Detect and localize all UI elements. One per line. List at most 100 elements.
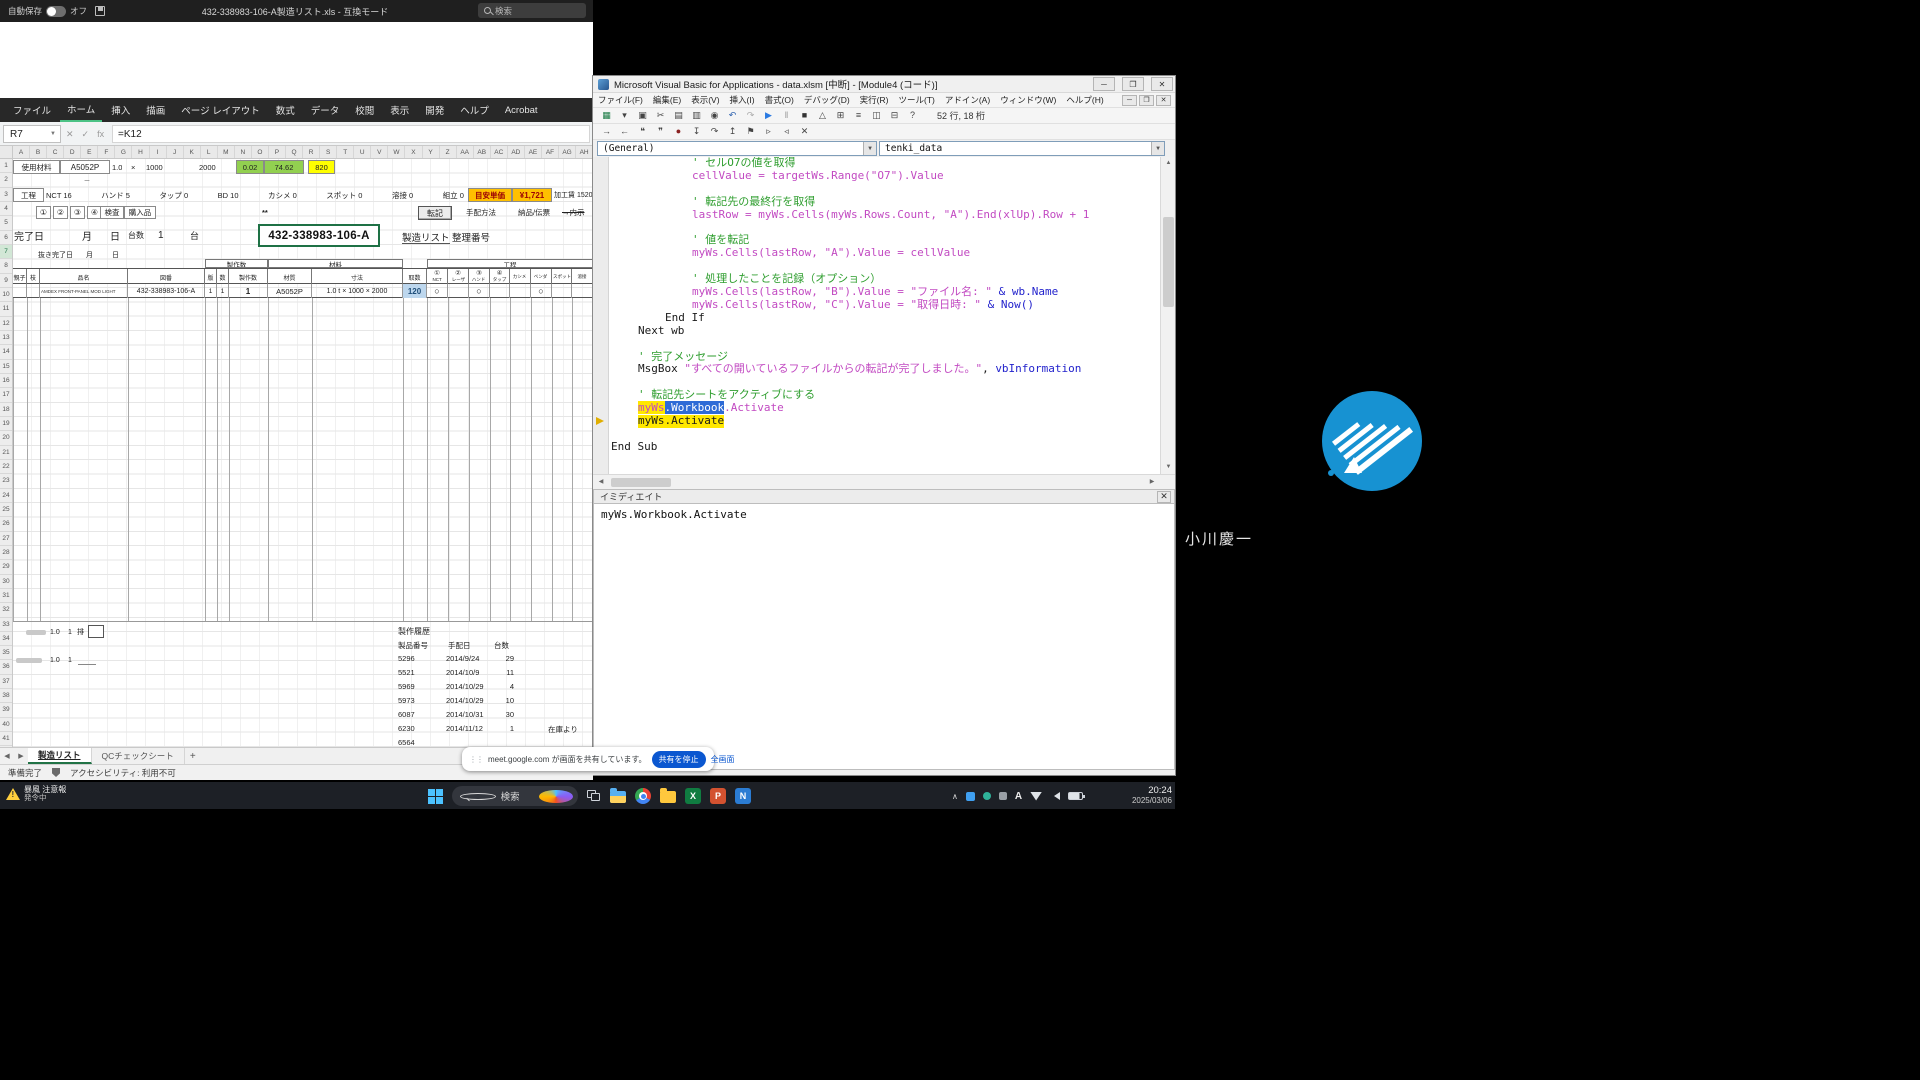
column-header[interactable]: AA (457, 146, 474, 158)
row-header[interactable]: 32 (0, 603, 12, 617)
table-cell[interactable]: 432-338983-106-A (128, 284, 205, 298)
code-line[interactable]: End Sub (611, 441, 657, 454)
excel-search-box[interactable]: 検索 (478, 3, 586, 18)
row-header[interactable]: 15 (0, 360, 12, 374)
taskview-icon[interactable] (587, 790, 601, 802)
network-icon[interactable] (1030, 792, 1042, 801)
row-header[interactable]: 41 (0, 732, 12, 746)
ribbon-tab-9[interactable]: 開発 (418, 99, 451, 121)
tab-scroll-right-icon[interactable]: ▶ (14, 748, 28, 764)
tray-app-icon[interactable] (983, 792, 991, 800)
ribbon-tab-4[interactable]: ページ レイアウト (174, 99, 266, 121)
row-header[interactable]: 27 (0, 532, 12, 546)
row-header[interactable]: 24 (0, 489, 12, 503)
row-header[interactable]: 6 (0, 231, 12, 245)
row-header[interactable]: 26 (0, 517, 12, 531)
folder-icon[interactable] (660, 791, 676, 803)
vba-menu-10[interactable]: ヘルプ(H) (1061, 94, 1108, 106)
history-row[interactable]: 60872014/10/3130 (396, 710, 596, 724)
cancel-icon[interactable]: ✕ (66, 129, 74, 140)
ribbon-tab-2[interactable]: 挿入 (104, 99, 137, 121)
break-icon[interactable]: ‖ (779, 109, 794, 122)
table-cell[interactable]: 1 (205, 284, 217, 298)
sheet-tab-1[interactable]: QCチェックシート (92, 748, 185, 764)
row-header[interactable]: 19 (0, 417, 12, 431)
column-header[interactable]: W (388, 146, 405, 158)
column-header[interactable]: Q (286, 146, 303, 158)
rate2-cell[interactable]: 74.62 (264, 160, 304, 174)
maximize-icon[interactable]: ❐ (1122, 77, 1144, 91)
note1-checkbox[interactable] (88, 625, 104, 638)
history-row[interactable]: 6564 (396, 738, 596, 747)
cut-icon[interactable]: ✂ (653, 109, 668, 122)
material-cell[interactable]: A5052P (60, 160, 110, 174)
code-line[interactable]: lastRow = myWs.Cells(myWs.Rows.Count, "A… (692, 209, 1089, 222)
table-cell[interactable]: 1 (217, 284, 229, 298)
explorer-icon[interactable] (610, 791, 626, 803)
column-header[interactable]: AF (542, 146, 559, 158)
autosave-toggle[interactable] (46, 6, 66, 17)
row-header[interactable]: 18 (0, 403, 12, 417)
history-row[interactable]: 59692014/10/294 (396, 682, 596, 696)
row-header[interactable]: 36 (0, 660, 12, 674)
indent-icon[interactable]: → (599, 125, 614, 138)
table-cell[interactable] (490, 284, 510, 298)
ime-indicator[interactable]: A (1015, 791, 1022, 802)
row-header[interactable]: 39 (0, 703, 12, 717)
row-header[interactable]: 4 (0, 202, 12, 216)
scroll-left-icon[interactable]: ◀ (594, 476, 608, 489)
reset-icon[interactable]: ■ (797, 109, 812, 122)
column-header[interactable]: AE (525, 146, 542, 158)
copy-icon[interactable]: ▤ (671, 109, 686, 122)
breakpoint-icon[interactable]: ● (671, 125, 686, 138)
properties-icon[interactable]: ≡ (851, 109, 866, 122)
clear-bookmarks-icon[interactable]: ✕ (797, 125, 812, 138)
project-explorer-icon[interactable]: ⊞ (833, 109, 848, 122)
ribbon-tab-6[interactable]: データ (304, 99, 347, 121)
table-cell[interactable] (27, 284, 40, 298)
row-header[interactable]: 8 (0, 259, 12, 273)
vba-menu-6[interactable]: 実行(R) (855, 94, 894, 106)
history-row[interactable]: 55212014/10/911 (396, 668, 596, 682)
row-header[interactable]: 30 (0, 575, 12, 589)
row-header[interactable]: 10 (0, 288, 12, 302)
scroll-thumb[interactable] (611, 478, 671, 487)
excel-icon[interactable]: X (685, 788, 701, 804)
code-editor[interactable]: ' セルO7の値を取得cellValue = targetWs.Range("O… (609, 157, 1160, 474)
row-header[interactable]: 14 (0, 345, 12, 359)
history-row[interactable]: 62302014/11/121在庫より (396, 724, 596, 738)
ribbon-tab-3[interactable]: 描画 (139, 99, 172, 121)
volume-icon[interactable] (1050, 792, 1060, 800)
row-header[interactable]: 1 (0, 159, 12, 173)
row-header[interactable]: 12 (0, 317, 12, 331)
column-header[interactable]: I (150, 146, 167, 158)
design-mode-icon[interactable]: △ (815, 109, 830, 122)
column-header[interactable]: P (269, 146, 286, 158)
uncomment-block-icon[interactable]: ❞ (653, 125, 668, 138)
chrome-icon[interactable] (635, 788, 651, 804)
vba-menu-3[interactable]: 挿入(I) (725, 94, 760, 106)
outdent-icon[interactable]: ← (617, 125, 632, 138)
table-cell[interactable]: ○ (469, 284, 490, 298)
column-header[interactable]: Z (440, 146, 457, 158)
prev-bookmark-icon[interactable]: ◃ (779, 125, 794, 138)
row-header[interactable]: 33 (0, 618, 12, 632)
close-icon[interactable]: ✕ (1151, 77, 1173, 91)
bookmark-icon[interactable]: ⚑ (743, 125, 758, 138)
unit-price-cell[interactable]: ¥1,721 (512, 188, 552, 202)
column-header[interactable]: M (218, 146, 235, 158)
notepad-icon[interactable]: N (735, 788, 751, 804)
vba-menu-7[interactable]: ツール(T) (893, 94, 939, 106)
column-header[interactable]: K (184, 146, 201, 158)
row-header[interactable]: 38 (0, 689, 12, 703)
ribbon-tab-0[interactable]: ファイル (6, 99, 58, 121)
column-header[interactable]: X (405, 146, 422, 158)
row-header[interactable]: 20 (0, 431, 12, 445)
table-cell[interactable]: 1.0 t × 1000 × 2000 (312, 284, 403, 298)
table-cell[interactable] (552, 284, 572, 298)
drag-handle-icon[interactable]: ⋮⋮ (469, 755, 483, 764)
row-header[interactable]: 16 (0, 374, 12, 388)
mdi-restore-icon[interactable]: ❐ (1139, 95, 1154, 106)
ribbon-tab-8[interactable]: 表示 (383, 99, 416, 121)
column-header[interactable]: G (115, 146, 132, 158)
